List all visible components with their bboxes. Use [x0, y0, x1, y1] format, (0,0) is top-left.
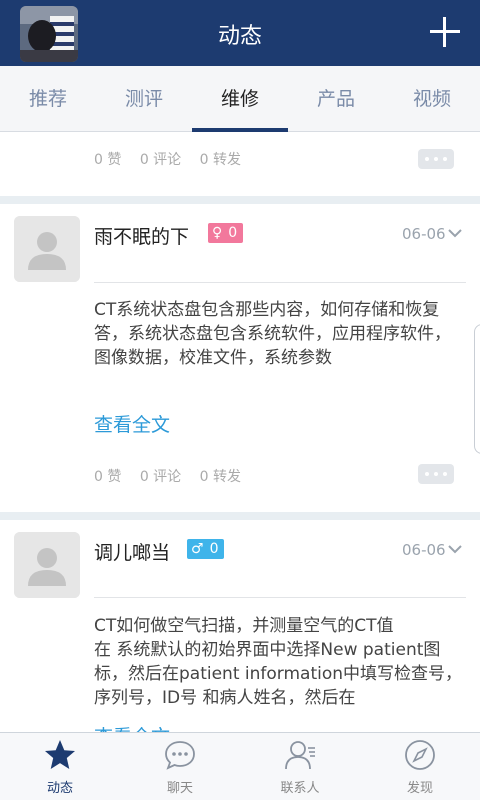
post-separator	[0, 512, 480, 520]
post-body[interactable]: CT如何做空气扫描，并测量空气的CT值 在 系统默认的初始界面中选择New pa…	[94, 614, 466, 710]
nav-item-contacts[interactable]: 联系人	[240, 733, 360, 800]
comments-count[interactable]: 0 评论	[140, 469, 181, 485]
chat-bubble-icon	[165, 741, 195, 770]
nav-label: 联系人	[280, 781, 320, 796]
badge-count: 0	[228, 225, 238, 241]
bottom-navigation: 动态 聊天 联系人 发现	[0, 732, 480, 800]
user-name[interactable]: 雨不眠的下	[94, 222, 189, 249]
more-options-button[interactable]	[418, 464, 454, 484]
tab-product[interactable]: 产品	[288, 66, 384, 132]
post-stats: 0 赞 0 评论 0 转发	[94, 149, 255, 169]
add-post-button[interactable]	[430, 17, 460, 47]
feed-list[interactable]: 0 赞 0 评论 0 转发 雨不眠的下 ♀ 0 06-06 CT系统状态盘包含那些…	[0, 132, 480, 732]
star-icon	[45, 740, 75, 769]
female-icon: ♀	[212, 225, 223, 241]
nav-item-discover[interactable]: 发现	[360, 733, 480, 800]
tab-recommend[interactable]: 推荐	[0, 66, 96, 132]
post-body[interactable]: CT系统状态盘包含那些内容，如何存储和恢复 答，系统状态盘包含系统软件，应用程序…	[94, 298, 466, 394]
contacts-icon	[285, 741, 315, 770]
comments-count[interactable]: 0 评论	[140, 152, 181, 168]
tab-video[interactable]: 视频	[384, 66, 480, 132]
nav-item-chat[interactable]: 聊天	[120, 733, 240, 800]
user-avatar[interactable]	[14, 532, 80, 598]
post-date: 06-06	[402, 541, 446, 559]
divider	[94, 282, 466, 283]
nav-label: 动态	[46, 781, 73, 796]
post-date: 06-06	[402, 225, 446, 243]
category-tabs: 推荐 测评 维修 产品 视频	[0, 66, 480, 132]
nav-label: 发现	[406, 781, 433, 796]
default-avatar-icon	[14, 532, 80, 598]
post-stats: 0 赞 0 评论 0 转发	[94, 466, 255, 486]
tab-repair[interactable]: 维修	[192, 66, 288, 132]
nav-item-feed[interactable]: 动态	[0, 733, 120, 800]
shares-count[interactable]: 0 转发	[200, 469, 241, 485]
gender-badge: ♂ 0	[187, 539, 225, 559]
likes-count[interactable]: 0 赞	[94, 469, 121, 485]
chevron-down-icon[interactable]	[448, 542, 462, 556]
app-header: 动态	[0, 0, 480, 66]
read-more-link[interactable]: 查看全文	[94, 722, 170, 732]
scroll-edge-indicator	[474, 324, 480, 454]
compass-icon	[405, 740, 435, 770]
page-title: 动态	[217, 24, 262, 49]
male-icon: ♂	[191, 541, 204, 557]
user-avatar[interactable]	[14, 216, 80, 282]
chevron-down-icon[interactable]	[448, 226, 462, 240]
gender-badge: ♀ 0	[208, 223, 244, 243]
divider	[94, 597, 466, 598]
badge-count: 0	[209, 541, 219, 557]
shares-count[interactable]: 0 转发	[200, 152, 241, 168]
user-name[interactable]: 调儿啷当	[94, 538, 170, 565]
likes-count[interactable]: 0 赞	[94, 152, 121, 168]
tab-review[interactable]: 测评	[96, 66, 192, 132]
read-more-link[interactable]: 查看全文	[94, 410, 170, 437]
default-avatar-icon	[14, 216, 80, 282]
more-options-button[interactable]	[418, 149, 454, 169]
nav-label: 聊天	[166, 781, 193, 796]
post-separator	[0, 196, 480, 204]
